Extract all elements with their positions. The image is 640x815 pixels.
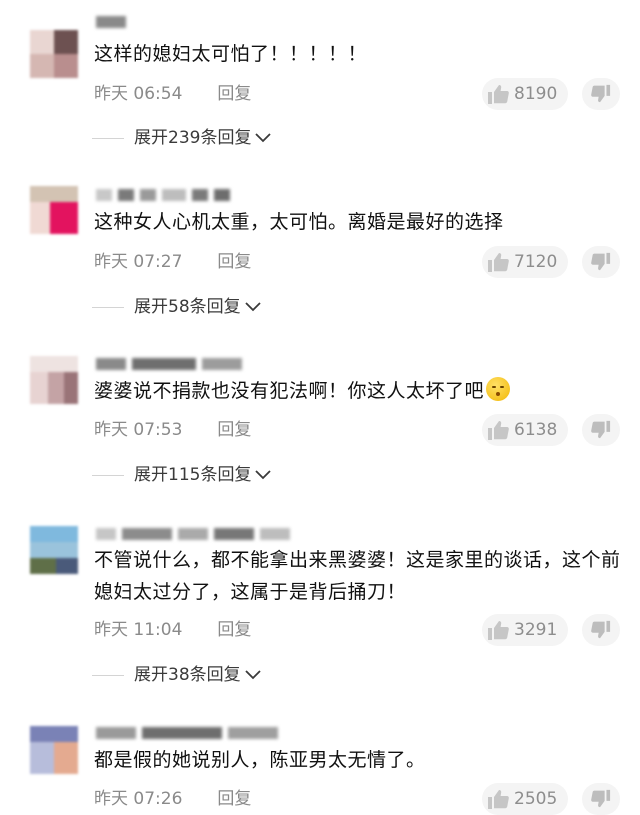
comment-meta: 昨天 07:53 回复 [94, 419, 251, 441]
avatar-pixel [30, 726, 78, 742]
like-button[interactable]: 3291 [482, 614, 568, 646]
avatar-pixel [54, 54, 78, 78]
expand-replies-button[interactable]: 展开38条回复 [92, 664, 261, 686]
username-redacted[interactable] [96, 186, 316, 201]
avatar-pixel [30, 30, 54, 54]
like-count: 7120 [514, 252, 558, 272]
username-redacted[interactable] [96, 13, 316, 28]
avatar-pixel [30, 558, 56, 574]
username-redacted[interactable] [96, 525, 316, 540]
reply-button[interactable]: 回复 [217, 251, 251, 273]
avatar[interactable] [30, 726, 78, 774]
expand-replies-label: 展开38条回复 [134, 665, 241, 685]
thumbs-down-icon [591, 789, 611, 808]
comment-text: 都是假的她说别人，陈亚男太无情了。 [94, 749, 426, 771]
avatar[interactable] [30, 30, 78, 78]
thumbs-down-icon [591, 252, 611, 271]
avatar-pixel [30, 202, 50, 234]
thumbs-up-icon [488, 85, 509, 104]
comment-time: 昨天 06:54 [94, 84, 183, 104]
like-count: 3291 [514, 620, 558, 640]
comment-time: 昨天 07:27 [94, 252, 183, 272]
comment-meta: 昨天 07:27 回复 [94, 251, 251, 273]
reply-button[interactable]: 回复 [217, 788, 251, 810]
avatar[interactable] [30, 186, 78, 234]
expand-replies-label: 展开239条回复 [134, 128, 252, 148]
reply-button[interactable]: 回复 [217, 419, 251, 441]
avatar-pixel [54, 30, 78, 54]
chevron-down-icon [255, 470, 272, 480]
divider-line [92, 674, 124, 676]
divider-line [92, 306, 124, 308]
expand-replies-button[interactable]: 展开239条回复 [92, 127, 272, 149]
avatar-pixel [50, 202, 78, 234]
reply-button[interactable]: 回复 [217, 619, 251, 641]
dislike-button[interactable] [582, 78, 620, 110]
dislike-button[interactable] [582, 614, 620, 646]
thumbs-up-icon [488, 421, 509, 440]
thumbs-down-icon [591, 620, 611, 639]
comment-time: 昨天 11:04 [94, 620, 183, 640]
dislike-button[interactable] [582, 414, 620, 446]
avatar-pixel [48, 372, 64, 404]
thumbs-up-icon [488, 621, 509, 640]
comment-time: 昨天 07:26 [94, 789, 183, 809]
dislike-button[interactable] [582, 246, 620, 278]
expand-replies-label: 展开115条回复 [134, 465, 252, 485]
avatar-pixel [64, 372, 78, 404]
chevron-down-icon [245, 302, 261, 312]
avatar[interactable] [30, 526, 78, 574]
comment-text: 这种女人心机太重，太可怕。离婚是最好的选择 [94, 211, 504, 233]
divider-line [92, 137, 124, 139]
avatar-pixel [56, 558, 78, 574]
expand-replies-button[interactable]: 展开115条回复 [92, 464, 272, 486]
thumbs-up-icon [488, 253, 509, 272]
divider-line [92, 474, 124, 476]
comment-time: 昨天 07:53 [94, 420, 183, 440]
comment-text: 这样的媳妇太可怕了！！！！！ [94, 43, 368, 65]
expand-replies-label: 展开58条回复 [134, 297, 241, 317]
like-button[interactable]: 7120 [482, 246, 568, 278]
dislike-button[interactable] [582, 783, 620, 815]
avatar-pixel [30, 542, 78, 558]
avatar-pixel [30, 526, 78, 542]
username-redacted[interactable] [96, 355, 316, 370]
thumbs-down-icon [591, 84, 611, 103]
comment-meta: 昨天 11:04 回复 [94, 619, 251, 641]
avatar-pixel [30, 54, 54, 78]
comment-meta: 昨天 06:54 回复 [94, 83, 251, 105]
chevron-down-icon [245, 670, 261, 680]
like-button[interactable]: 8190 [482, 78, 568, 110]
avatar-pixel [30, 372, 48, 404]
comment-text: 婆婆说不捐款也没有犯法啊！你这人太坏了吧 [94, 375, 624, 407]
chevron-down-icon [255, 133, 272, 143]
thumbs-down-icon [591, 420, 611, 439]
avatar-pixel [30, 186, 78, 202]
username-redacted[interactable] [96, 724, 316, 739]
avatar-pixel [30, 356, 78, 372]
comment-meta: 昨天 07:26 回复 [94, 788, 251, 810]
emoji-icon [486, 377, 511, 401]
thumbs-up-icon [488, 790, 509, 809]
avatar-pixel [30, 742, 54, 774]
like-button[interactable]: 6138 [482, 414, 568, 446]
avatar[interactable] [30, 356, 78, 404]
reply-button[interactable]: 回复 [217, 83, 251, 105]
like-button[interactable]: 2505 [482, 783, 568, 815]
comment-text: 不管说什么，都不能拿出来黑婆婆！这是家里的谈话，这个前媳妇太过分了，这属于是背后… [94, 549, 621, 603]
comment-text-content: 婆婆说不捐款也没有犯法啊！你这人太坏了吧 [94, 380, 485, 402]
like-count: 2505 [514, 789, 558, 809]
like-count: 6138 [514, 420, 558, 440]
like-count: 8190 [514, 84, 558, 104]
avatar-pixel [54, 742, 78, 774]
expand-replies-button[interactable]: 展开58条回复 [92, 296, 261, 318]
